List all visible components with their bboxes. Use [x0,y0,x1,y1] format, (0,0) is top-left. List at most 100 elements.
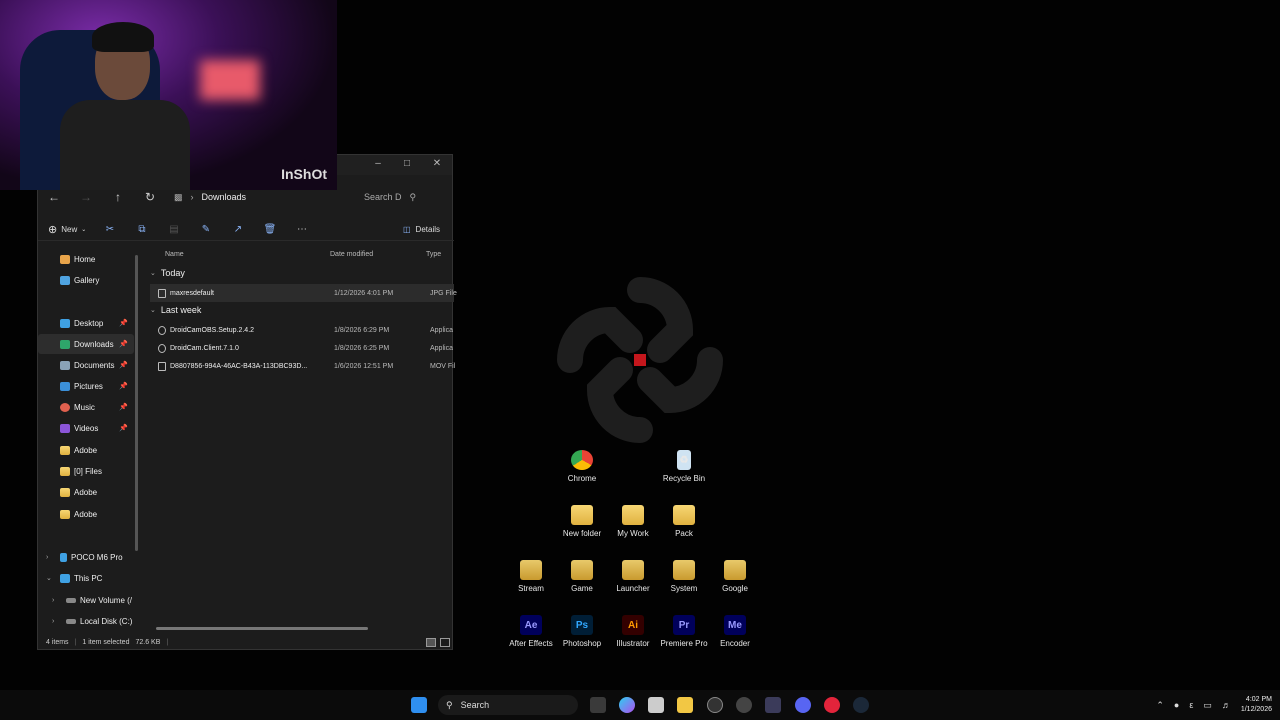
desktop-icon-encoder[interactable]: Me Encoder [703,615,767,648]
plus-icon: ⊕ [48,224,58,236]
sidebar-scrollbar[interactable] [135,255,138,551]
microphone-icon[interactable]: ● [1174,700,1179,710]
image-file-icon [158,288,166,298]
wallpaper-logo [557,277,723,443]
separator: | [166,638,169,646]
file-explorer-icon[interactable] [677,697,693,713]
sidebar-item-phone[interactable]: › POCO M6 Pro [38,547,134,567]
sidebar-item-adobe[interactable]: Adobe [38,482,134,502]
maximize-icon[interactable]: □ [400,158,414,169]
column-header-name[interactable]: Name [165,251,184,258]
sidebar-item-new-volume[interactable]: › New Volume (/ [38,590,134,610]
item-count: 4 items [46,638,69,646]
back-icon[interactable]: ← [38,190,70,204]
chevron-up-icon[interactable]: ⌃ [1156,700,1164,711]
settings-icon[interactable] [736,697,752,713]
application-icon [158,343,166,353]
chevron-down-icon: ⌄ [150,307,156,314]
horizontal-scrollbar[interactable] [156,627,368,630]
sidebar-item-downloads[interactable]: Downloads 📌 [38,334,134,354]
file-name: maxresdefault [170,289,214,297]
sidebar-item-local-disk[interactable]: › Local Disk (C:) [38,611,134,631]
column-header-date[interactable]: Date modified [330,251,373,258]
details-view-icon[interactable] [426,637,436,647]
folder-icon [60,445,70,455]
sidebar-item-adobe[interactable]: Adobe [38,440,134,460]
sidebar-item-documents[interactable]: Documents 📌 [38,355,134,375]
search-placeholder: Search D [364,192,402,202]
file-row[interactable]: DroidCam.Client.7.1.0 1/8/2026 6:25 PM A… [150,339,454,357]
tiles-view-icon[interactable] [440,637,450,647]
sidebar-item-files[interactable]: [0] Files [38,461,134,481]
column-header-type[interactable]: Type [426,251,441,258]
share-icon[interactable]: ↗ [222,224,254,235]
file-row[interactable]: maxresdefault 1/12/2026 4:01 PM JPG File [150,284,457,302]
sidebar-item-label: Adobe [74,509,98,519]
app-icon[interactable] [765,697,781,713]
volume-icon[interactable]: ♬ [1222,700,1231,710]
file-explorer-window: – □ ✕ ← → ↑ ↻ ▩ › Downloads Search D ⚲ ⊕… [37,154,457,650]
group-header-last-week[interactable]: ⌄ Last week [150,305,201,315]
network-icon[interactable]: ▭ [1203,700,1212,711]
file-date: 1/6/2026 12:51 PM [334,362,394,370]
webcam-overlay: InShOt [0,0,337,190]
rename-icon[interactable]: ✎ [190,224,222,235]
minimize-icon[interactable]: – [371,158,385,169]
chevron-right-icon: › [190,192,194,202]
copy-icon[interactable]: ⧉ [126,224,158,235]
more-options-icon[interactable]: ⋯ [286,224,318,235]
recycle-bin-icon: ♻ [677,450,691,470]
sidebar-item-label: Documents [74,360,115,370]
pin-icon: 📌 [119,383,128,390]
task-view-icon[interactable] [590,697,606,713]
time: 4:02 PM [1245,696,1272,703]
clock[interactable]: 4:02 PM 1/12/2026 [1241,695,1272,715]
refresh-icon[interactable]: ↻ [134,190,166,204]
paste-icon[interactable]: ▤ [158,224,190,235]
steam-icon[interactable] [853,697,869,713]
drive-icon [66,597,76,603]
file-row[interactable]: D8807856-994A-46AC-B43A-113DBC93D... 1/6… [150,357,455,375]
folder-icon [622,560,644,580]
discord-icon[interactable] [795,697,811,713]
taskbar-search[interactable]: ⚲ Search [438,695,578,715]
store-icon[interactable] [648,697,664,713]
media-player-icon[interactable] [824,697,840,713]
sidebar-item-adobe[interactable]: Adobe [38,504,134,524]
delete-icon[interactable]: 🗑 [254,224,286,235]
new-button[interactable]: ⊕ New ⌄ [48,223,94,236]
chevron-right-icon: › [52,617,55,625]
file-row[interactable]: DroidCamOBS.Setup.2.4.2 1/8/2026 6:29 PM… [150,321,454,339]
details-button[interactable]: ◫ Details [403,225,440,234]
desktop-icon-google[interactable]: Google [703,560,767,593]
close-icon[interactable]: ✕ [430,158,444,169]
copilot-icon[interactable] [619,697,635,713]
search-input[interactable]: Search D ⚲ [364,185,446,209]
sidebar-item-desktop[interactable]: Desktop 📌 [38,313,134,333]
sidebar-item-gallery[interactable]: Gallery [38,270,134,290]
person-hair [92,22,154,52]
file-list: Name Date modified Type ⌄ Today maxresde… [146,247,457,627]
system-tray: ⌃ ● ε ▭ ♬ 4:02 PM 1/12/2026 [1156,692,1272,718]
start-icon[interactable] [411,697,427,713]
obs-icon[interactable] [707,697,723,713]
gallery-icon [60,275,70,285]
up-icon[interactable]: ↑ [102,190,134,204]
forward-icon[interactable]: → [70,190,102,204]
document-icon [60,360,70,370]
desktop-icon-chrome[interactable]: Chrome [550,450,614,483]
cut-icon[interactable]: ✂ [94,224,126,235]
sidebar-item-videos[interactable]: Videos 📌 [38,418,134,438]
sidebar-item-label: Desktop [74,318,104,328]
ime-indicator[interactable]: ε [1189,700,1193,710]
sidebar-item-home[interactable]: Home [38,249,134,269]
desktop: { "explorer": { "address_folder": "Downl… [0,0,1280,720]
desktop-icon-recycle-bin[interactable]: ♻ Recycle Bin [652,450,716,483]
desktop-icon-pack[interactable]: Pack [652,505,716,538]
desktop-icon-label: Encoder [720,639,750,648]
sidebar-item-label: Adobe [74,445,98,455]
group-header-today[interactable]: ⌄ Today [150,268,185,278]
sidebar-item-music[interactable]: Music 📌 [38,397,134,417]
sidebar-item-pictures[interactable]: Pictures 📌 [38,376,134,396]
sidebar-item-this-pc[interactable]: ⌄ This PC [38,568,134,588]
